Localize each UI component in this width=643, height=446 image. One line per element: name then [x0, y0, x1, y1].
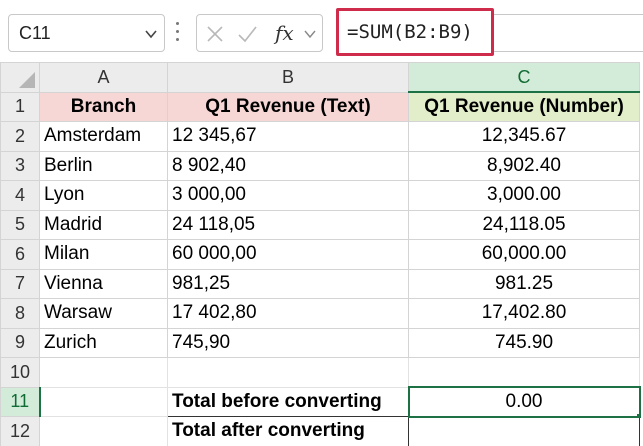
- name-box[interactable]: C11: [8, 14, 165, 52]
- cell-a1[interactable]: Branch: [39, 91, 168, 122]
- row-header[interactable]: 11: [0, 386, 41, 417]
- sheet-table: A B C 1 Branch Q1 Revenue (Text) Q1 Reve…: [0, 62, 641, 446]
- active-cell-c11[interactable]: 0.00: [407, 386, 641, 418]
- row-header[interactable]: 1: [0, 91, 40, 122]
- formula-buttons: fx: [196, 14, 323, 52]
- cell-a12[interactable]: [39, 416, 168, 446]
- cell-c11-value: 0.00: [505, 390, 543, 412]
- cell-c4[interactable]: 3,000.00: [408, 180, 640, 211]
- cell-a2[interactable]: Amsterdam: [39, 121, 168, 152]
- cell-b8[interactable]: 17 402,80: [167, 298, 409, 329]
- cell-b1[interactable]: Q1 Revenue (Text): [167, 91, 409, 122]
- row-header[interactable]: 10: [0, 357, 40, 388]
- cell-b7[interactable]: 981,25: [167, 268, 409, 299]
- cell-a3[interactable]: Berlin: [39, 150, 168, 181]
- row-header[interactable]: 4: [0, 180, 40, 211]
- name-box-value: C11: [19, 23, 51, 43]
- check-icon[interactable]: [237, 24, 257, 44]
- cell-c8[interactable]: 17,402.80: [408, 298, 640, 329]
- cell-b4[interactable]: 3 000,00: [167, 180, 409, 211]
- row-header[interactable]: 7: [0, 268, 40, 299]
- formula-input[interactable]: =SUM(B2:B9): [336, 8, 494, 56]
- cell-c5[interactable]: 24,118.05: [408, 209, 640, 240]
- formula-bar-area: C11 fx =SUM(B2:B9): [0, 0, 643, 62]
- chevron-down-icon[interactable]: [144, 27, 158, 41]
- row-header[interactable]: 8: [0, 298, 40, 329]
- cell-a10[interactable]: [39, 357, 168, 388]
- cell-c3[interactable]: 8,902.40: [408, 150, 640, 181]
- cell-c9[interactable]: 745.90: [408, 327, 640, 358]
- cell-b12[interactable]: Total after converting: [167, 416, 409, 446]
- row-header[interactable]: 6: [0, 239, 40, 270]
- spreadsheet-grid: A B C 1 Branch Q1 Revenue (Text) Q1 Reve…: [0, 62, 643, 446]
- cell-a11[interactable]: [39, 386, 168, 417]
- row-header[interactable]: 12: [0, 416, 40, 446]
- chevron-down-icon[interactable]: [303, 27, 317, 41]
- cell-b11[interactable]: Total before converting: [167, 386, 409, 417]
- cell-a7[interactable]: Vienna: [39, 268, 168, 299]
- cell-a9[interactable]: Zurich: [39, 327, 168, 358]
- select-all-corner[interactable]: [0, 62, 40, 93]
- cell-c2[interactable]: 12,345.67: [408, 121, 640, 152]
- cell-a6[interactable]: Milan: [39, 239, 168, 270]
- column-header-b[interactable]: B: [167, 62, 409, 93]
- cell-a4[interactable]: Lyon: [39, 180, 168, 211]
- cell-b5[interactable]: 24 118,05: [167, 209, 409, 240]
- row-header[interactable]: 5: [0, 209, 40, 240]
- formula-text: =SUM(B2:B9): [347, 21, 473, 43]
- cell-b6[interactable]: 60 000,00: [167, 239, 409, 270]
- cell-a8[interactable]: Warsaw: [39, 298, 168, 329]
- cell-a5[interactable]: Madrid: [39, 209, 168, 240]
- column-header-c[interactable]: C: [408, 62, 640, 93]
- cell-c12[interactable]: [408, 416, 640, 446]
- cell-b2[interactable]: 12 345,67: [167, 121, 409, 152]
- cell-c1[interactable]: Q1 Revenue (Number): [408, 91, 640, 122]
- drag-handle-icon[interactable]: [176, 22, 180, 44]
- formula-input-extension[interactable]: [494, 14, 643, 52]
- fill-handle[interactable]: [635, 412, 638, 415]
- cell-c10[interactable]: [408, 357, 640, 388]
- cell-c7[interactable]: 981.25: [408, 268, 640, 299]
- cancel-icon[interactable]: [205, 24, 225, 44]
- row-header[interactable]: 3: [0, 150, 40, 181]
- cell-b9[interactable]: 745,90: [167, 327, 409, 358]
- cell-b10[interactable]: [167, 357, 409, 388]
- insert-function-button[interactable]: fx: [275, 21, 294, 45]
- cell-b3[interactable]: 8 902,40: [167, 150, 409, 181]
- row-header[interactable]: 9: [0, 327, 40, 358]
- cell-c6[interactable]: 60,000.00: [408, 239, 640, 270]
- row-header[interactable]: 2: [0, 121, 40, 152]
- column-header-a[interactable]: A: [39, 62, 168, 93]
